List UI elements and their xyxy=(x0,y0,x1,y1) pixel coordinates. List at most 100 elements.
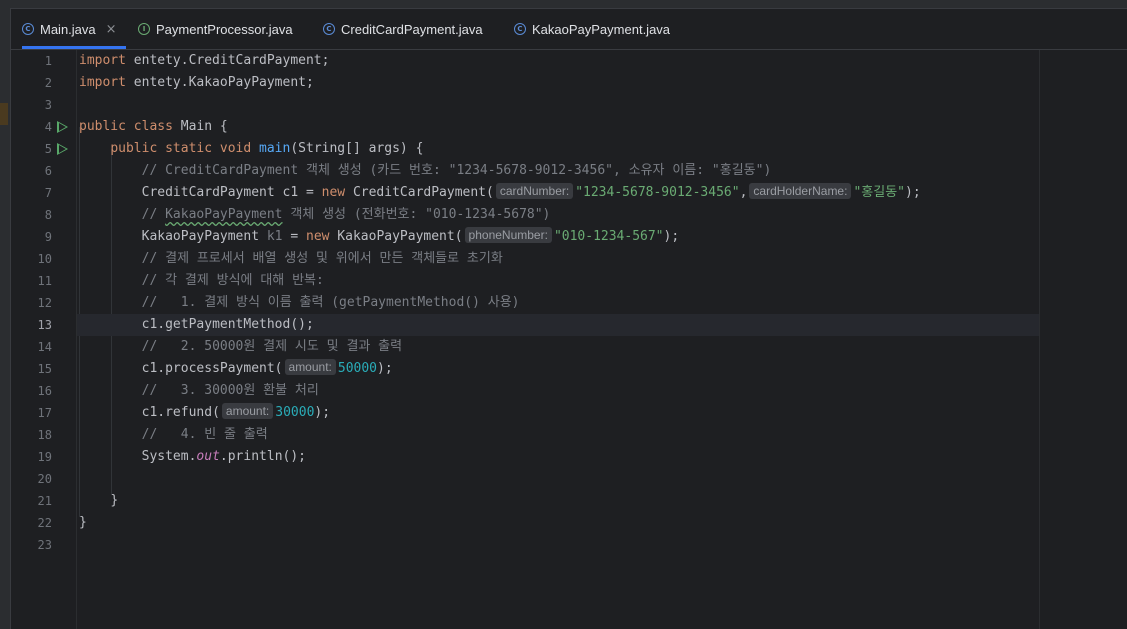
typo-highlight: KakaoPayPayment xyxy=(165,207,283,222)
line-number-current: 13 xyxy=(37,318,52,332)
code-text: , xyxy=(739,185,748,200)
line-number: 6 xyxy=(44,164,52,178)
code-text: ); xyxy=(314,405,331,420)
tab-label: KakaoPayPayment.java xyxy=(532,21,671,37)
comment-part: 객체 생성 (전화번호: "010-1234-5678") xyxy=(282,207,551,222)
line-number: 18 xyxy=(37,428,52,442)
keyword: import xyxy=(79,75,126,90)
code-text: CreditCardPayment c1 = xyxy=(141,185,322,200)
line-number: 23 xyxy=(37,538,52,552)
code-text: c1.refund( xyxy=(141,405,220,420)
class-icon: C xyxy=(323,23,335,35)
code-text: ); xyxy=(663,229,680,244)
parameter-hint: amount: xyxy=(284,359,336,375)
code-line-12: // 1. 결제 방식 이름 출력 (getPaymentMethod() 사용… xyxy=(77,292,1039,314)
code-line-11: // 각 결제 방식에 대해 반복: xyxy=(77,270,1039,292)
line-number: 10 xyxy=(37,252,52,266)
code-line-13-current[interactable]: c1.getPaymentMethod(); xyxy=(77,314,1039,336)
number-literal: 50000 xyxy=(337,361,378,376)
code-editor[interactable]: import entety.CreditCardPayment; import … xyxy=(77,50,1039,629)
run-main-method-icon[interactable] xyxy=(57,143,68,155)
line-number: 8 xyxy=(44,208,52,222)
line-number: 7 xyxy=(44,186,52,200)
static-field: out xyxy=(196,449,220,464)
line-number: 11 xyxy=(37,274,52,288)
code-text: CreditCardPayment( xyxy=(345,185,494,200)
code-text: Main { xyxy=(172,119,228,134)
main-class-icon: C xyxy=(22,23,34,35)
code-line-8: // KakaoPayPayment 객체 생성 (전화번호: "010-123… xyxy=(77,204,1039,226)
code-text: } xyxy=(110,493,119,508)
code-line-10: // 결제 프로세서 배열 생성 및 위에서 만든 객체들로 초기화 xyxy=(77,248,1039,270)
code-line-16: // 3. 30000원 환불 처리 xyxy=(77,380,1039,402)
run-main-class-icon[interactable] xyxy=(57,121,68,133)
line-number-gutter[interactable]: 1 2 3 4 5 6 7 8 9 10 11 12 13 14 15 16 1… xyxy=(11,50,77,629)
parameter-hint: phoneNumber: xyxy=(464,227,552,243)
comment: // 1. 결제 방식 이름 출력 (getPaymentMethod() 사용… xyxy=(141,295,520,310)
tab-creditcardpayment-java[interactable]: C CreditCardPayment.java xyxy=(323,9,483,49)
code-text: .println(); xyxy=(219,449,306,464)
code-text: entety.CreditCardPayment; xyxy=(125,53,330,68)
line-number: 9 xyxy=(44,230,52,244)
line-number: 1 xyxy=(44,54,52,68)
line-number: 3 xyxy=(44,98,52,112)
code-line-7: CreditCardPayment c1 = new CreditCardPay… xyxy=(77,182,1039,204)
code-text: KakaoPayPayment xyxy=(141,229,267,244)
code-line-21: } xyxy=(77,490,1039,512)
code-text: System. xyxy=(141,449,197,464)
code-text: (String[] args) { xyxy=(290,141,424,156)
string-literal: "010-1234-567" xyxy=(553,229,664,244)
active-tab-indicator xyxy=(22,46,126,49)
line-number: 5 xyxy=(44,142,52,156)
line-number: 4 xyxy=(44,120,52,134)
tab-label: CreditCardPayment.java xyxy=(341,21,483,37)
close-icon[interactable]: × xyxy=(106,22,117,37)
line-number: 12 xyxy=(37,296,52,310)
tab-kakaopaypayment-java[interactable]: C KakaoPayPayment.java xyxy=(514,9,670,49)
code-line-9: KakaoPayPayment k1 = new KakaoPayPayment… xyxy=(77,226,1039,248)
tab-main-java[interactable]: C Main.java × xyxy=(22,9,126,49)
left-strip-marker xyxy=(0,103,8,125)
tab-paymentprocessor-java[interactable]: I PaymentProcessor.java xyxy=(138,9,293,49)
keyword: public static void xyxy=(110,141,252,156)
unused-variable: k1 xyxy=(266,229,283,244)
left-tool-strip xyxy=(0,8,11,629)
line-number: 2 xyxy=(44,76,52,90)
comment: // CreditCardPayment 객체 생성 (카드 번호: "1234… xyxy=(141,163,772,178)
code-line-18: // 4. 빈 줄 출력 xyxy=(77,424,1039,446)
parameter-hint: amount: xyxy=(221,403,274,419)
line-number: 20 xyxy=(37,472,52,486)
line-number: 15 xyxy=(37,362,52,376)
code-text: ); xyxy=(905,185,921,200)
keyword: new xyxy=(306,229,330,244)
line-number: 19 xyxy=(37,450,52,464)
tab-label: PaymentProcessor.java xyxy=(156,21,293,37)
parameter-hint: cardHolderName: xyxy=(749,183,852,199)
code-text: c1.processPayment( xyxy=(141,361,283,376)
code-line-4: public class Main { xyxy=(77,116,1039,138)
top-toolbar-strip xyxy=(0,0,1127,9)
code-line-6: // CreditCardPayment 객체 생성 (카드 번호: "1234… xyxy=(77,160,1039,182)
comment: // 각 결제 방식에 대해 반복: xyxy=(141,273,324,288)
comment: // 4. 빈 줄 출력 xyxy=(141,427,268,442)
code-text: c1.getPaymentMethod(); xyxy=(141,317,314,332)
code-line-22: } xyxy=(77,512,1039,534)
keyword: public class xyxy=(79,119,173,134)
line-number: 14 xyxy=(37,340,52,354)
code-line-19: System.out.println(); xyxy=(77,446,1039,468)
code-line-1: import entety.CreditCardPayment; xyxy=(77,50,1039,72)
code-line-5: public static void main(String[] args) { xyxy=(77,138,1039,160)
line-number: 22 xyxy=(37,516,52,530)
string-literal: "홍길동" xyxy=(853,185,905,200)
tab-label: Main.java xyxy=(40,21,96,37)
parameter-hint: cardNumber: xyxy=(495,183,574,199)
method-name: main xyxy=(259,141,291,156)
line-number: 16 xyxy=(37,384,52,398)
comment: // 결제 프로세서 배열 생성 및 위에서 만든 객체들로 초기화 xyxy=(141,251,503,266)
code-text: ); xyxy=(377,361,393,376)
line-number: 17 xyxy=(37,406,52,420)
class-icon: C xyxy=(514,23,526,35)
comment: // KakaoPayPayment 객체 생성 (전화번호: "010-123… xyxy=(142,207,551,222)
editor-tab-bar: C Main.java × I PaymentProcessor.java C … xyxy=(11,9,1127,50)
code-line-17: c1.refund(amount: 30000); xyxy=(77,402,1039,424)
